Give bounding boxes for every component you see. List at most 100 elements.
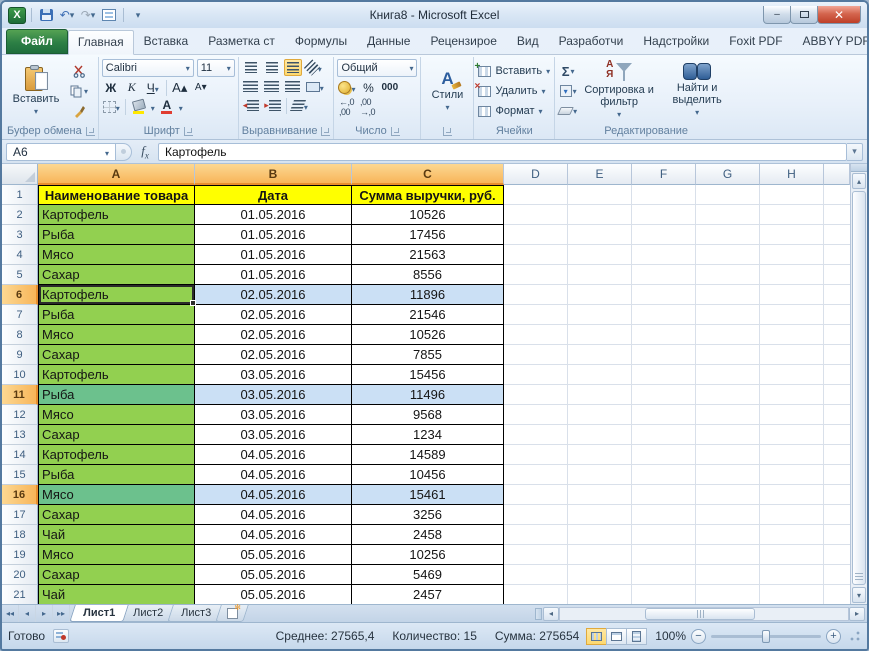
shrink-font-button[interactable]: А▾ [192,79,210,96]
cell[interactable] [760,465,824,485]
cell[interactable] [504,405,568,425]
cell[interactable] [760,265,824,285]
cell[interactable] [760,365,824,385]
macro-record-button[interactable] [53,629,69,643]
cell[interactable] [504,525,568,545]
cell-C18[interactable]: 2458 [352,525,504,545]
cell-B2[interactable]: 01.05.2016 [195,205,352,225]
cell-B20[interactable]: 05.05.2016 [195,565,352,585]
row-header-4[interactable]: 4 [2,245,38,265]
scroll-up-button[interactable]: ▴ [852,173,866,189]
cell[interactable] [504,345,568,365]
borders-button[interactable] [102,99,121,116]
tab-Вставка[interactable]: Вставка [134,29,199,54]
cell[interactable] [504,325,568,345]
cell[interactable] [760,225,824,245]
align-center-button[interactable] [263,78,281,95]
cell[interactable] [504,365,568,385]
bold-button[interactable]: Ж [102,79,120,96]
cell[interactable] [824,405,850,425]
cell[interactable] [504,485,568,505]
tab-Разметка ст[interactable]: Разметка ст [198,29,285,54]
cell[interactable] [760,445,824,465]
cell[interactable] [696,345,760,365]
redo-button[interactable]: ↷▾ [79,7,97,24]
cell[interactable] [696,585,760,604]
formula-input[interactable]: Картофель [158,143,847,161]
cell[interactable] [568,305,632,325]
cell[interactable] [696,225,760,245]
cell[interactable] [824,565,850,585]
cell[interactable] [504,565,568,585]
excel-logo-icon[interactable]: X [8,7,26,24]
header-cell[interactable]: Дата [195,185,352,205]
tab-Разработчи[interactable]: Разработчи [549,29,634,54]
column-header-A[interactable]: A [38,164,195,185]
close-button[interactable]: ✕ [817,6,861,24]
row-header-16[interactable]: 16 [2,485,38,505]
comma-button[interactable]: 000 [380,79,399,96]
cell[interactable] [632,425,696,445]
cell-C8[interactable]: 10526 [352,325,504,345]
tab-Формулы[interactable]: Формулы [285,29,357,54]
cell-B17[interactable]: 04.05.2016 [195,505,352,525]
cell-A5[interactable]: Сахар [38,265,195,285]
tab-Рецензирое[interactable]: Рецензирое [420,29,506,54]
cell-A16[interactable]: Мясо [38,485,195,505]
cell-A2[interactable]: Картофель [38,205,195,225]
merge-center-button[interactable] [305,78,325,95]
underline-button[interactable]: Ч [144,79,162,96]
v-scroll-thumb[interactable] [852,191,866,585]
select-all-button[interactable] [2,164,38,185]
cell[interactable] [824,425,850,445]
cell[interactable] [632,505,696,525]
italic-button[interactable]: К [123,79,141,96]
cell[interactable] [760,405,824,425]
view-page-layout-button[interactable] [606,628,627,645]
cell[interactable] [760,305,824,325]
cell-C20[interactable]: 5469 [352,565,504,585]
row-header-17[interactable]: 17 [2,505,38,525]
cell-A17[interactable]: Сахар [38,505,195,525]
cell[interactable] [696,385,760,405]
cell[interactable] [824,225,850,245]
cell-A18[interactable]: Чай [38,525,195,545]
cell[interactable] [504,445,568,465]
dialog-launcher-icon[interactable] [321,127,330,136]
column-header-D[interactable]: D [504,164,568,185]
cell-C12[interactable]: 9568 [352,405,504,425]
cell[interactable] [632,245,696,265]
cell[interactable] [504,285,568,305]
cell[interactable] [760,245,824,265]
cell-B9[interactable]: 02.05.2016 [195,345,352,365]
row-header-13[interactable]: 13 [2,425,38,445]
save-button[interactable] [37,7,55,24]
header-cell[interactable]: Сумма выручки, руб. [352,185,504,205]
row-header-19[interactable]: 19 [2,545,38,565]
cell-A13[interactable]: Сахар [38,425,195,445]
zoom-slider[interactable] [711,635,821,638]
cell[interactable] [824,445,850,465]
cell[interactable] [568,425,632,445]
tab-Файл[interactable]: Файл [6,29,68,54]
cell[interactable] [696,505,760,525]
cell-C5[interactable]: 8556 [352,265,504,285]
cell[interactable] [504,245,568,265]
cell[interactable] [568,505,632,525]
cell-C6[interactable]: 11896 [352,285,504,305]
dialog-launcher-icon[interactable] [443,127,452,136]
cell[interactable] [760,425,824,445]
accounting-format-button[interactable] [337,79,356,96]
cell[interactable] [696,425,760,445]
zoom-level[interactable]: 100% [655,629,686,643]
cell[interactable] [696,325,760,345]
zoom-in-button[interactable]: + [826,629,841,644]
cell[interactable] [568,225,632,245]
cell[interactable] [568,345,632,365]
cell[interactable] [760,345,824,365]
cell-B7[interactable]: 02.05.2016 [195,305,352,325]
zoom-slider-thumb[interactable] [762,630,770,643]
cell-B13[interactable]: 03.05.2016 [195,425,352,445]
cell-B4[interactable]: 01.05.2016 [195,245,352,265]
cell-C11[interactable]: 11496 [352,385,504,405]
